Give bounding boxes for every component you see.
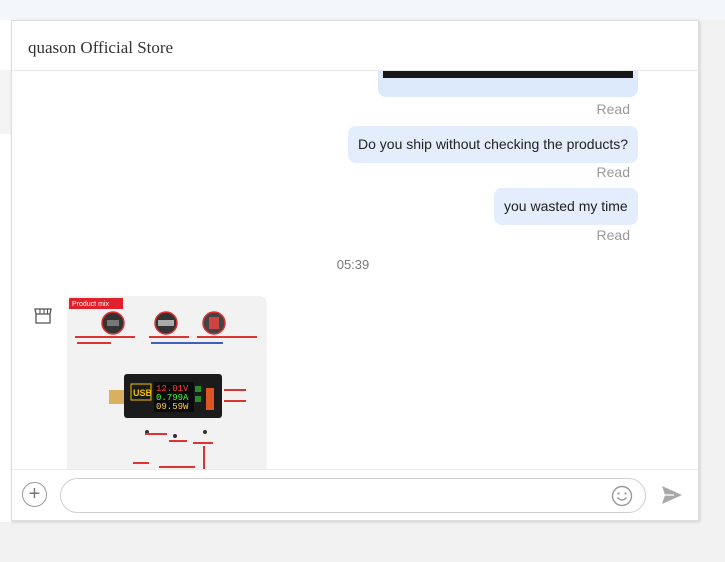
- read-status: Read: [596, 164, 630, 180]
- sent-image-thumbnail: [383, 71, 633, 78]
- plus-circle-icon: +: [28, 483, 41, 505]
- product-image-badge: Product mix: [72, 301, 109, 308]
- chat-header: quason Official Store: [12, 21, 698, 71]
- message-composer: +: [12, 469, 698, 522]
- message-bubble: you wasted my time: [494, 188, 638, 225]
- read-status: Read: [596, 227, 630, 243]
- left-panel-highlight: [0, 70, 11, 134]
- product-image-message[interactable]: Product mix USB 12.01V 0.799A 09.59W: [67, 296, 267, 469]
- chat-window: quason Official Store Read Do you ship w…: [11, 20, 699, 521]
- store-icon: [34, 308, 52, 324]
- message-bubble: Do you ship without checking the product…: [348, 126, 639, 163]
- product-image: Product mix USB 12.01V 0.799A 09.59W: [67, 296, 267, 469]
- top-background-strip: [0, 0, 725, 20]
- read-status: Read: [596, 101, 630, 117]
- store-name: quason Official Store: [28, 38, 174, 57]
- left-panel-edge: [0, 20, 11, 522]
- smiley-icon[interactable]: [611, 485, 633, 507]
- product-usb-label: USB: [133, 388, 153, 398]
- add-attachment-button[interactable]: +: [22, 482, 47, 507]
- sent-image-message[interactable]: [378, 71, 638, 97]
- send-arrow-icon[interactable]: [660, 484, 684, 506]
- time-divider: 05:39: [336, 257, 370, 272]
- message-input[interactable]: [60, 478, 646, 513]
- product-screen-power: 09.59W: [156, 402, 189, 412]
- message-list[interactable]: Read Do you ship without checking the pr…: [12, 71, 698, 469]
